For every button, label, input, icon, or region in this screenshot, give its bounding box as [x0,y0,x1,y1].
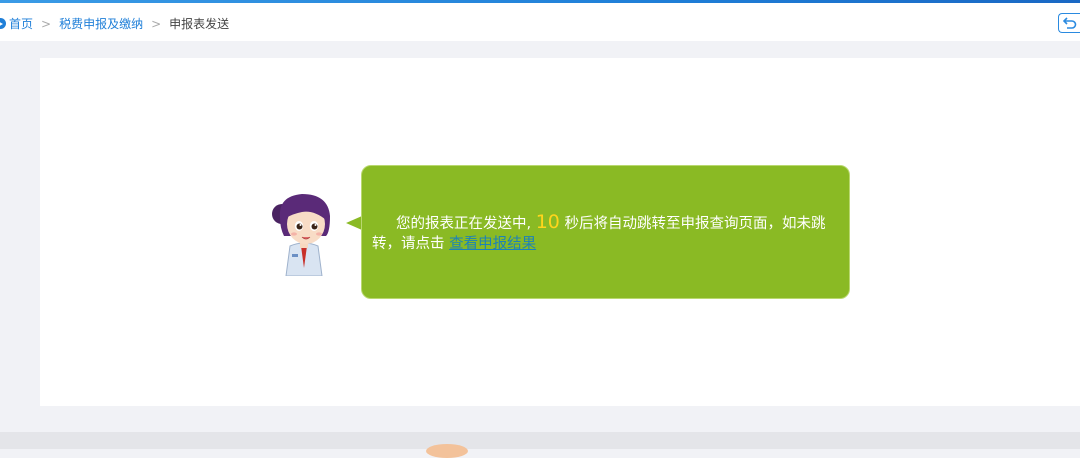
back-arrow-icon [1062,17,1076,29]
breadcrumb-home-link[interactable]: 首页 [9,15,33,32]
breadcrumb-current: 申报表发送 [169,17,230,31]
speech-bubble: 您的报表正在发送中, 10 秒后将自动跳转至申报查询页面，如未跳转，请点击 查看… [361,165,850,299]
home-icon[interactable] [0,18,6,29]
message-text-before: 您的报表正在发送中, [396,216,532,232]
breadcrumb: 首页 > 税费申报及缴纳 > 申报表发送 [0,15,229,32]
breadcrumb-separator: > [151,16,162,31]
breadcrumb-section-link[interactable]: 税费申报及缴纳 [59,15,143,32]
view-result-link[interactable]: 查看申报结果 [449,236,536,252]
status-message: 您的报表正在发送中, 10 秒后将自动跳转至申报查询页面，如未跳转，请点击 查看… [372,212,842,254]
breadcrumb-separator: > [41,16,52,31]
header-bar: 首页 > 税费申报及缴纳 > 申报表发送 [0,3,1080,41]
footer-bar [0,432,1080,449]
back-button[interactable] [1058,13,1080,33]
footer-decoration [426,444,468,458]
countdown-seconds: 10 [535,211,560,233]
speech-bubble-tail [346,216,362,230]
tax-officer-avatar [272,194,330,276]
